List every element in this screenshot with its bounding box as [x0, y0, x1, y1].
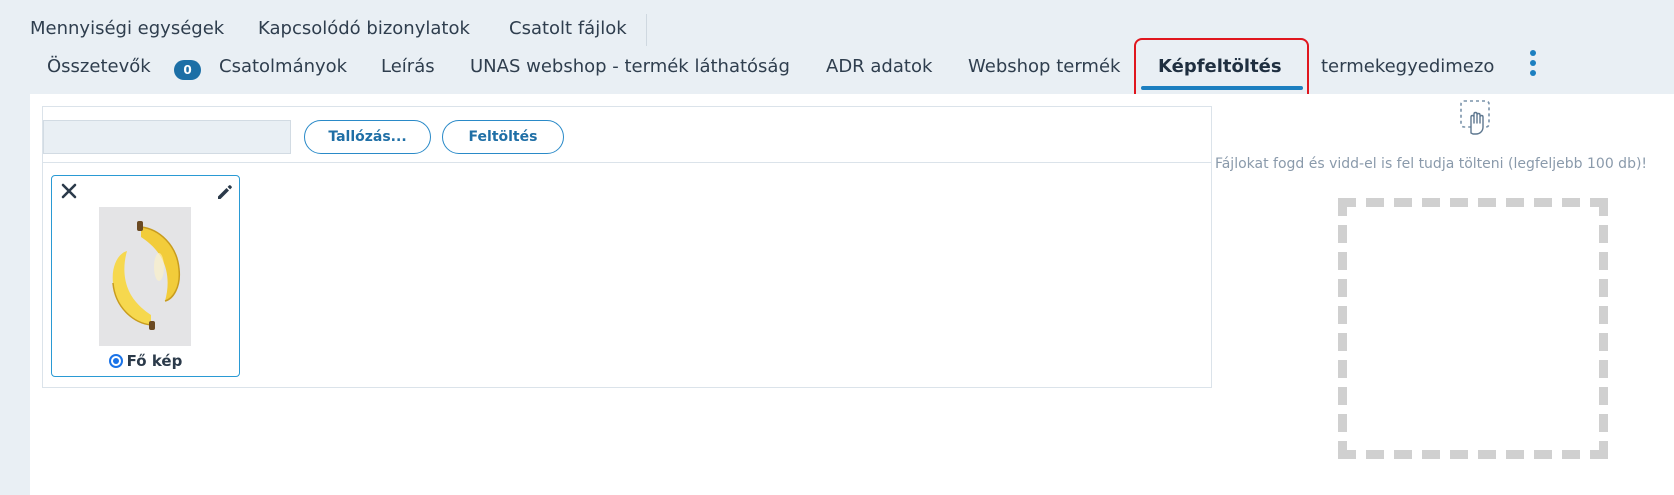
tab-separator — [646, 14, 647, 46]
image-card: Fő kép — [51, 175, 240, 377]
edit-pencil-icon[interactable] — [215, 182, 235, 202]
drag-drop-hint: Fájlokat fogd és vidd-el is fel tudja tö… — [1214, 156, 1648, 172]
main-image-option: Fő kép — [52, 352, 239, 370]
more-tabs-kebab-icon[interactable] — [1527, 50, 1539, 82]
uploader-toolbar: Tallózás... Feltöltés — [43, 107, 1211, 163]
secondary-tab-row: Mennyiségi egységek Kapcsolódó bizonylat… — [0, 0, 1674, 50]
product-image-banana — [99, 207, 191, 346]
tab-csatolt-fajlok[interactable]: Csatolt fájlok — [509, 18, 627, 39]
tab-kapcsolodo-bizonylatok[interactable]: Kapcsolódó bizonylatok — [258, 18, 470, 39]
osszetevok-count-badge: 0 — [174, 60, 201, 80]
close-icon[interactable] — [58, 180, 80, 202]
main-tab-row: Összetevők 0 Csatolmányok Leírás UNAS we… — [0, 50, 1674, 94]
tab-webshop-termek[interactable]: Webshop termék — [968, 56, 1120, 77]
tab-osszetevok[interactable]: Összetevők — [47, 56, 151, 77]
drag-drop-hand-icon — [1460, 100, 1490, 135]
active-tab-highlight — [1134, 38, 1309, 102]
tab-termekegyedimezo[interactable]: termekegyedimezo — [1321, 56, 1494, 77]
browse-button[interactable]: Tallózás... — [304, 120, 431, 154]
main-image-label: Fő kép — [126, 352, 183, 370]
tab-unas-webshop-lathatosag[interactable]: UNAS webshop - termék láthatóság — [470, 56, 790, 77]
main-image-radio[interactable] — [108, 354, 123, 368]
tab-mennyisegi-egysegek[interactable]: Mennyiségi egységek — [30, 18, 224, 39]
tab-adr-adatok[interactable]: ADR adatok — [826, 56, 932, 77]
tab-csatolmanyok[interactable]: Csatolmányok — [219, 56, 347, 77]
upload-button[interactable]: Feltöltés — [442, 120, 564, 154]
image-upload-panel: Tallózás... Feltöltés Fő kép Fájlokat fo… — [30, 94, 1674, 495]
uploader-box: Tallózás... Feltöltés Fő kép — [42, 106, 1212, 388]
drop-zone[interactable] — [1338, 198, 1608, 459]
tab-leiras[interactable]: Leírás — [381, 56, 435, 77]
file-path-input[interactable] — [43, 120, 291, 154]
